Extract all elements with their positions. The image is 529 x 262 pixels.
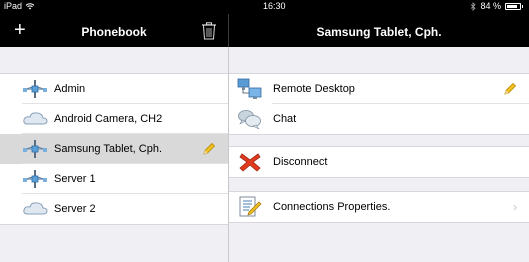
list-item-label: Server 2: [54, 203, 96, 215]
pencil-icon[interactable]: [503, 82, 517, 96]
list-item[interactable]: Server 1: [0, 164, 228, 194]
remote-desktop-icon: [237, 78, 262, 99]
connection-properties-label: Connections Properties.: [273, 201, 391, 213]
properties-group: Connections Properties. ›: [229, 191, 529, 223]
close-x-icon: [239, 153, 261, 172]
list-item-label: Admin: [54, 83, 86, 95]
chat-icon: [238, 110, 261, 130]
battery-percent: 84 %: [480, 1, 501, 11]
status-time: 16:30: [263, 1, 286, 11]
list-item-label: Server 1: [54, 173, 96, 185]
list-item-selected[interactable]: Samsung Tablet, Cph.: [0, 134, 228, 164]
phonebook-list: Admin Android Camera, CH2 Samsung Tablet…: [0, 73, 228, 225]
list-item-label: Samsung Tablet, Cph.: [54, 143, 163, 155]
status-left: iPad: [4, 1, 35, 11]
disconnect-label: Disconnect: [273, 156, 328, 168]
pencil-icon[interactable]: [202, 142, 216, 156]
list-item[interactable]: Admin: [0, 74, 228, 104]
top-bar: iPad 16:30 84 % + Phonebook Samsung Tabl…: [0, 0, 529, 47]
list-item[interactable]: Server 2: [0, 194, 228, 224]
disconnect-group: Disconnect: [229, 146, 529, 178]
bluetooth-icon: [471, 1, 477, 11]
actions-group: Remote Desktop Chat: [229, 73, 529, 135]
list-item[interactable]: Android Camera, CH2: [0, 104, 228, 134]
trash-icon[interactable]: [201, 22, 217, 40]
network-connector-icon: [23, 140, 47, 158]
cloud-icon: [23, 202, 48, 215]
battery-icon: [505, 2, 521, 10]
phonebook-pane: Admin Android Camera, CH2 Samsung Tablet…: [0, 47, 228, 262]
detail-pane: Remote Desktop Chat Disconnect Connectio…: [229, 47, 529, 262]
status-right: 84 %: [470, 1, 523, 11]
chevron-right-icon: ›: [513, 200, 517, 214]
remote-desktop-row[interactable]: Remote Desktop: [229, 74, 529, 104]
cloud-icon: [23, 112, 48, 125]
network-connector-icon: [23, 80, 47, 98]
disconnect-row[interactable]: Disconnect: [229, 147, 529, 177]
connection-properties-row[interactable]: Connections Properties. ›: [229, 192, 529, 222]
detail-title: Samsung Tablet, Cph.: [316, 25, 442, 39]
battery-tip: [522, 4, 523, 8]
properties-icon: [239, 196, 262, 217]
device-label: iPad: [4, 1, 23, 11]
list-item-label: Android Camera, CH2: [54, 113, 163, 125]
chat-row[interactable]: Chat: [229, 104, 529, 134]
wifi-icon: [25, 3, 35, 10]
chat-label: Chat: [273, 113, 297, 125]
phonebook-title: Phonebook: [81, 25, 147, 39]
remote-desktop-label: Remote Desktop: [273, 83, 355, 95]
network-connector-icon: [23, 170, 47, 188]
